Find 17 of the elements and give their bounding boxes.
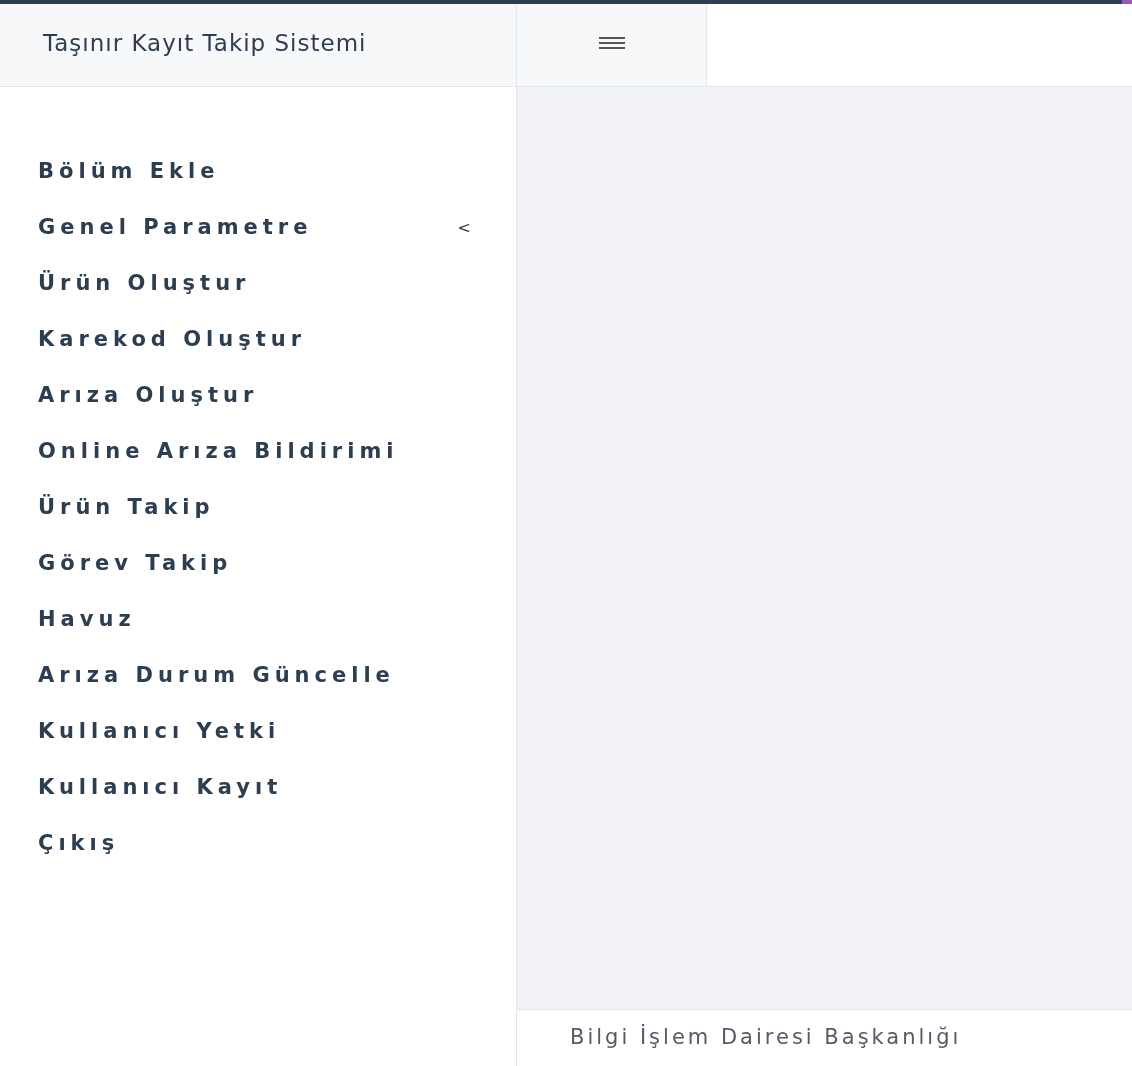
sidebar-item[interactable]: Bölüm Ekle: [0, 144, 516, 200]
sidebar-item[interactable]: Havuz: [0, 592, 516, 648]
sidebar-item[interactable]: Ürün Takip: [0, 480, 516, 536]
menu-icon: [598, 37, 625, 49]
sidebar-item[interactable]: Online Arıza Bildirimi: [0, 424, 516, 480]
sidebar-item[interactable]: Arıza Durum Güncelle: [0, 648, 516, 704]
sidebar-item[interactable]: Genel Parametre <: [0, 200, 516, 256]
sidebar-item[interactable]: Görev Takip: [0, 536, 516, 592]
menu-toggle-button[interactable]: [517, 4, 707, 86]
footer-text: Bilgi İşlem Dairesi Başkanlığı: [570, 1023, 962, 1052]
sidebar-item[interactable]: Arıza Oluştur: [0, 368, 516, 424]
app-title: Taşınır Kayıt Takip Sistemi: [43, 30, 368, 56]
sidebar-item[interactable]: Çıkış: [0, 816, 516, 872]
sidebar-item[interactable]: Kullanıcı Yetki: [0, 704, 516, 760]
sidebar-item[interactable]: Kullanıcı Kayıt: [0, 760, 516, 816]
sidebar-item[interactable]: Ürün Oluştur: [0, 256, 516, 312]
sidebar-item[interactable]: Karekod Oluştur: [0, 312, 516, 368]
